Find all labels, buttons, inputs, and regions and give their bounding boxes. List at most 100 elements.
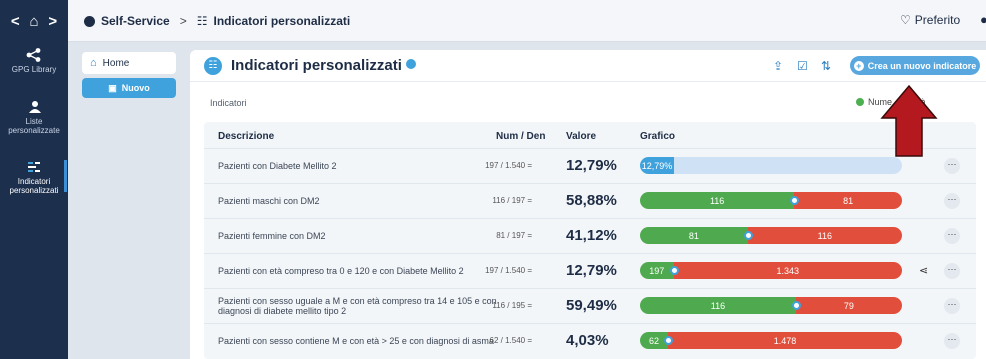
page-title-text: Indicatori personalizzati (231, 57, 402, 74)
bar-remainder: 1.478 (668, 332, 902, 349)
new-label: Nuovo (121, 83, 150, 93)
person-icon[interactable]: ● (980, 12, 986, 27)
row-bar: 62 1.478 (640, 332, 902, 349)
home-icon[interactable]: ⌂ (29, 13, 38, 30)
row-bar: 12,79% (640, 157, 902, 174)
breadcrumb-item-indicatori[interactable]: Indicatori personalizzati (214, 14, 351, 28)
more-options-icon[interactable]: ··· (944, 193, 960, 209)
bar-remainder: 116 (747, 227, 902, 244)
more-options-icon[interactable]: ··· (944, 298, 960, 314)
col-descrizione[interactable]: Descrizione (218, 131, 274, 142)
table-row[interactable]: Pazienti femmine con DM2 81 / 197 = 41,12%… (204, 218, 976, 252)
upload-icon[interactable]: ⇪ (773, 59, 783, 73)
row-description: Pazienti maschi con DM2 (218, 196, 320, 206)
row-value: 59,49% (566, 297, 617, 314)
nav-controls: < ⌂ > (0, 0, 68, 42)
sort-icon[interactable]: ⇅ (821, 59, 831, 73)
bar-remainder: 1.343 (673, 262, 902, 279)
bar-split-handle (664, 336, 673, 345)
more-options-icon[interactable]: ··· (944, 263, 960, 279)
table-row[interactable]: Pazienti con età compreso tra 0 e 120 e … (204, 253, 976, 287)
home-link[interactable]: ⌂ Home (82, 52, 176, 74)
create-indicator-label: Crea un nuovo indicatore (867, 60, 977, 71)
panel-header: ☷ Indicatori personalizzati ⇪ ☑ ⇅ + Crea… (190, 50, 986, 82)
heart-icon: ♡ (900, 13, 911, 27)
row-bar: 81 116 (640, 227, 902, 244)
indicators-table: Descrizione Num / Den Valore Grafico Paz… (204, 122, 976, 359)
indicators-small-icon: ☷ (196, 14, 208, 28)
more-options-icon[interactable]: ··· (944, 228, 960, 244)
create-indicator-button[interactable]: + Crea un nuovo indicatore (850, 56, 980, 75)
row-description: Pazienti con sesso uguale a M e con età … (218, 296, 497, 316)
help-icon[interactable] (405, 59, 416, 69)
row-num-den: 197 / 1.540 = (485, 266, 532, 275)
table-row[interactable]: Pazienti maschi con DM2 116 / 197 = 58,88%… (204, 183, 976, 217)
row-num-den: 81 / 197 = (496, 231, 532, 240)
favorite-button[interactable]: ♡ Preferito (900, 13, 960, 27)
annotation-arrow-icon (880, 84, 938, 157)
col-valore[interactable]: Valore (566, 131, 596, 142)
bar-numerator: 81 (640, 227, 748, 244)
list-people-icon (29, 101, 41, 113)
table-header: Descrizione Num / Den Valore Grafico (204, 122, 976, 148)
row-description: Pazienti con Diabete Mellito 2 (218, 161, 337, 171)
top-bar: < ⌂ > Self-Service > ☷ Indicatori person… (0, 0, 986, 42)
row-description: Pazienti con età compreso tra 0 e 120 e … (218, 266, 464, 276)
sidebar-item-indicatori[interactable]: Indicatori personalizzati (0, 160, 68, 195)
table-row[interactable]: Pazienti con sesso contiene M e con età … (204, 323, 976, 357)
row-value: 58,88% (566, 192, 617, 209)
bar-split-handle (791, 301, 801, 310)
row-bar: 197 1.343 (640, 262, 902, 279)
bar-remainder: 81 (794, 192, 902, 209)
add-folder-icon: ▣ (108, 82, 117, 93)
bar-numerator: 116 (640, 192, 795, 209)
legend-dot-green (856, 98, 864, 106)
col-num-den[interactable]: Num / Den (496, 131, 545, 142)
home-icon: ⌂ (90, 57, 97, 69)
indicators-icon (28, 162, 40, 172)
table-row[interactable]: Pazienti con sesso uguale a M e con età … (204, 288, 976, 322)
self-service-icon (84, 15, 95, 27)
row-value: 12,79% (566, 262, 617, 279)
col-grafico: Grafico (640, 131, 676, 142)
row-value: 4,03% (566, 332, 609, 349)
indicators-icon: ☷ (204, 57, 222, 75)
share-icon[interactable]: ⋖ (919, 264, 928, 277)
more-options-icon[interactable]: ··· (944, 158, 960, 174)
sidebar-item-label: Indicatori personalizzati (9, 177, 59, 195)
home-label: Home (102, 57, 130, 69)
sidebar-item-label: Liste personalizzate (8, 117, 60, 135)
bar-fill: 12,79% (640, 157, 674, 174)
more-options-icon[interactable]: ··· (944, 333, 960, 349)
page-title: Indicatori personalizzati (231, 57, 416, 74)
breadcrumb: Self-Service > ☷ Indicatori personalizza… (84, 14, 350, 28)
row-bar: 116 81 (640, 192, 902, 209)
active-indicator (64, 160, 67, 192)
main-panel: ☷ Indicatori personalizzati ⇪ ☑ ⇅ + Crea… (190, 50, 986, 359)
bar-numerator: 116 (640, 297, 796, 314)
bar-remainder (674, 157, 902, 174)
favorite-label: Preferito (914, 13, 961, 27)
sidebar-item-gpg-library[interactable]: GPG Library (0, 48, 68, 74)
section-label: Indicatori (210, 98, 247, 108)
back-icon[interactable]: < (11, 13, 20, 30)
row-description: Pazienti con sesso contiene M e con età … (218, 336, 494, 346)
row-description: Pazienti femmine con DM2 (218, 231, 326, 241)
checkbox-icon[interactable]: ☑ (797, 59, 808, 73)
forward-icon[interactable]: > (48, 13, 57, 30)
row-value: 41,12% (566, 227, 617, 244)
sub-navigation: ⌂ Home ▣ Nuovo (82, 52, 176, 98)
sidebar: GPG Library Liste personalizzate Indicat… (0, 42, 68, 359)
new-button[interactable]: ▣ Nuovo (82, 78, 176, 98)
table-row[interactable]: Pazienti con Diabete Mellito 2 197 / 1.54… (204, 148, 976, 182)
row-num-den: 116 / 195 = (492, 301, 532, 310)
breadcrumb-item-self-service[interactable]: Self-Service (101, 14, 170, 28)
sidebar-item-liste[interactable]: Liste personalizzate (0, 100, 68, 135)
row-bar: 116 79 (640, 297, 902, 314)
plus-icon: + (853, 60, 864, 71)
row-value: 12,79% (566, 157, 617, 174)
bar-numerator: 197 (640, 262, 674, 279)
row-num-den: 116 / 197 = (492, 196, 532, 205)
bar-split-handle (669, 266, 679, 275)
row-num-den: 197 / 1.540 = (485, 161, 532, 170)
